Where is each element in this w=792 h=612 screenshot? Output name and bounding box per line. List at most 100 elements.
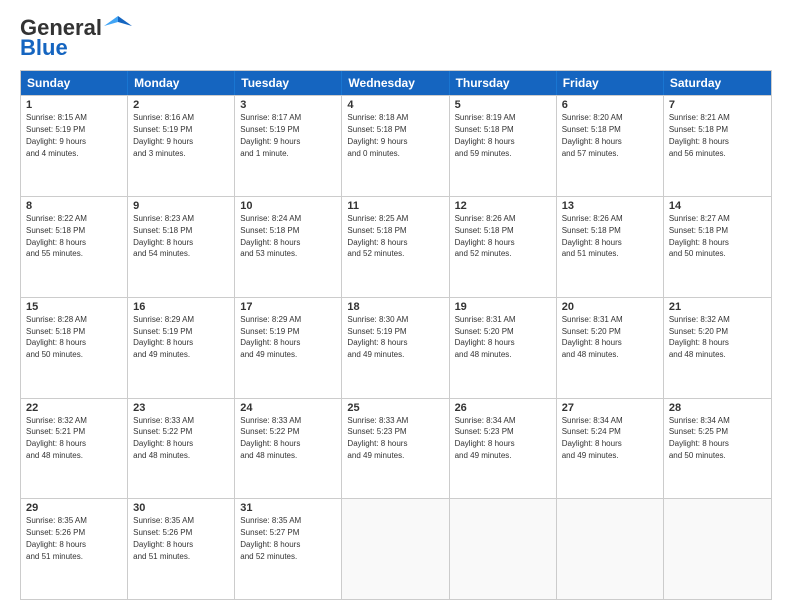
day-number: 14 <box>669 200 766 212</box>
calendar-cell-8: 8 Sunrise: 8:22 AM Sunset: 5:18 PM Daylig… <box>21 197 128 297</box>
day-number: 30 <box>133 502 229 514</box>
calendar-cell-5: 5 Sunrise: 8:19 AM Sunset: 5:18 PM Daylig… <box>450 96 557 196</box>
calendar-cell-empty-4-5 <box>557 499 664 599</box>
day-number: 11 <box>347 200 443 212</box>
day-number: 15 <box>26 301 122 313</box>
day-number: 22 <box>26 402 122 414</box>
cal-header-monday: Monday <box>128 71 235 95</box>
day-number: 7 <box>669 99 766 111</box>
calendar-cell-7: 7 Sunrise: 8:21 AM Sunset: 5:18 PM Daylig… <box>664 96 771 196</box>
calendar-cell-29: 29 Sunrise: 8:35 AM Sunset: 5:26 PM Dayli… <box>21 499 128 599</box>
calendar-cell-6: 6Sunrise: 8:20 AM Sunset: 5:18 PM Daylig… <box>557 96 664 196</box>
day-number: 29 <box>26 502 122 514</box>
day-data: Sunrise: 8:33 AM Sunset: 5:22 PM Dayligh… <box>133 416 194 460</box>
day-number: 28 <box>669 402 766 414</box>
calendar-cell-19: 19 Sunrise: 8:31 AM Sunset: 5:20 PM Dayli… <box>450 298 557 398</box>
day-number: 26 <box>455 402 551 414</box>
day-number: 24 <box>240 402 336 414</box>
day-number: 16 <box>133 301 229 313</box>
day-data: Sunrise: 8:18 AM Sunset: 5:18 PM Dayligh… <box>347 113 408 157</box>
day-number: 19 <box>455 301 551 313</box>
day-number: 8 <box>26 200 122 212</box>
calendar-cell-18: 18Sunrise: 8:30 AM Sunset: 5:19 PM Dayli… <box>342 298 449 398</box>
day-data: Sunrise: 8:23 AM Sunset: 5:18 PM Dayligh… <box>133 214 194 258</box>
logo-bird-icon <box>104 12 132 40</box>
day-data: Sunrise: 8:17 AM Sunset: 5:19 PM Dayligh… <box>240 113 301 157</box>
day-data: Sunrise: 8:28 AM Sunset: 5:18 PM Dayligh… <box>26 315 87 359</box>
calendar-cell-26: 26 Sunrise: 8:34 AM Sunset: 5:23 PM Dayli… <box>450 399 557 499</box>
day-number: 6 <box>562 99 658 111</box>
logo-blue: Blue <box>20 36 68 60</box>
cal-header-friday: Friday <box>557 71 664 95</box>
calendar-cell-20: 20 Sunrise: 8:31 AM Sunset: 5:20 PM Dayli… <box>557 298 664 398</box>
calendar-cell-12: 12 Sunrise: 8:26 AM Sunset: 5:18 PM Dayli… <box>450 197 557 297</box>
calendar-cell-25: 25 Sunrise: 8:33 AM Sunset: 5:23 PM Dayli… <box>342 399 449 499</box>
calendar-cell-4: 4 Sunrise: 8:18 AM Sunset: 5:18 PM Daylig… <box>342 96 449 196</box>
calendar-body: 1Sunrise: 8:15 AM Sunset: 5:19 PM Daylig… <box>21 95 771 599</box>
calendar-week-4: 29 Sunrise: 8:35 AM Sunset: 5:26 PM Dayli… <box>21 498 771 599</box>
calendar-cell-17: 17 Sunrise: 8:29 AM Sunset: 5:19 PM Dayli… <box>235 298 342 398</box>
day-number: 5 <box>455 99 551 111</box>
calendar-cell-14: 14 Sunrise: 8:27 AM Sunset: 5:18 PM Dayli… <box>664 197 771 297</box>
calendar-cell-empty-4-3 <box>342 499 449 599</box>
day-data: Sunrise: 8:27 AM Sunset: 5:18 PM Dayligh… <box>669 214 730 258</box>
day-number: 31 <box>240 502 336 514</box>
day-data: Sunrise: 8:29 AM Sunset: 5:19 PM Dayligh… <box>133 315 194 359</box>
calendar-cell-27: 27Sunrise: 8:34 AM Sunset: 5:24 PM Dayli… <box>557 399 664 499</box>
day-data: Sunrise: 8:32 AM Sunset: 5:20 PM Dayligh… <box>669 315 730 359</box>
day-data: Sunrise: 8:33 AM Sunset: 5:22 PM Dayligh… <box>240 416 301 460</box>
calendar-cell-23: 23 Sunrise: 8:33 AM Sunset: 5:22 PM Dayli… <box>128 399 235 499</box>
day-data: Sunrise: 8:32 AM Sunset: 5:21 PM Dayligh… <box>26 416 87 460</box>
calendar-cell-9: 9 Sunrise: 8:23 AM Sunset: 5:18 PM Daylig… <box>128 197 235 297</box>
day-number: 17 <box>240 301 336 313</box>
day-data: Sunrise: 8:22 AM Sunset: 5:18 PM Dayligh… <box>26 214 87 258</box>
calendar-cell-2: 2Sunrise: 8:16 AM Sunset: 5:19 PM Daylig… <box>128 96 235 196</box>
cal-header-sunday: Sunday <box>21 71 128 95</box>
calendar-cell-22: 22 Sunrise: 8:32 AM Sunset: 5:21 PM Dayli… <box>21 399 128 499</box>
day-data: Sunrise: 8:24 AM Sunset: 5:18 PM Dayligh… <box>240 214 301 258</box>
day-number: 23 <box>133 402 229 414</box>
day-number: 4 <box>347 99 443 111</box>
day-number: 13 <box>562 200 658 212</box>
calendar-cell-15: 15 Sunrise: 8:28 AM Sunset: 5:18 PM Dayli… <box>21 298 128 398</box>
calendar-week-1: 8 Sunrise: 8:22 AM Sunset: 5:18 PM Daylig… <box>21 196 771 297</box>
calendar-cell-11: 11 Sunrise: 8:25 AM Sunset: 5:18 PM Dayli… <box>342 197 449 297</box>
calendar-cell-3: 3 Sunrise: 8:17 AM Sunset: 5:19 PM Daylig… <box>235 96 342 196</box>
page: General Blue SundayMondayTuesdayWednesda… <box>0 0 792 612</box>
calendar-cell-28: 28 Sunrise: 8:34 AM Sunset: 5:25 PM Dayli… <box>664 399 771 499</box>
calendar-cell-24: 24 Sunrise: 8:33 AM Sunset: 5:22 PM Dayli… <box>235 399 342 499</box>
day-data: Sunrise: 8:31 AM Sunset: 5:20 PM Dayligh… <box>455 315 516 359</box>
day-data: Sunrise: 8:19 AM Sunset: 5:18 PM Dayligh… <box>455 113 516 157</box>
day-data: Sunrise: 8:35 AM Sunset: 5:27 PM Dayligh… <box>240 516 301 560</box>
calendar-cell-10: 10Sunrise: 8:24 AM Sunset: 5:18 PM Dayli… <box>235 197 342 297</box>
day-number: 12 <box>455 200 551 212</box>
day-data: Sunrise: 8:31 AM Sunset: 5:20 PM Dayligh… <box>562 315 623 359</box>
day-data: Sunrise: 8:34 AM Sunset: 5:25 PM Dayligh… <box>669 416 730 460</box>
calendar: SundayMondayTuesdayWednesdayThursdayFrid… <box>20 70 772 600</box>
calendar-cell-16: 16 Sunrise: 8:29 AM Sunset: 5:19 PM Dayli… <box>128 298 235 398</box>
calendar-cell-31: 31 Sunrise: 8:35 AM Sunset: 5:27 PM Dayli… <box>235 499 342 599</box>
calendar-cell-30: 30Sunrise: 8:35 AM Sunset: 5:26 PM Dayli… <box>128 499 235 599</box>
day-data: Sunrise: 8:26 AM Sunset: 5:18 PM Dayligh… <box>455 214 516 258</box>
day-number: 9 <box>133 200 229 212</box>
day-number: 2 <box>133 99 229 111</box>
calendar-header: SundayMondayTuesdayWednesdayThursdayFrid… <box>21 71 771 95</box>
logo: General Blue <box>20 16 132 60</box>
day-data: Sunrise: 8:26 AM Sunset: 5:18 PM Dayligh… <box>562 214 623 258</box>
day-data: Sunrise: 8:34 AM Sunset: 5:23 PM Dayligh… <box>455 416 516 460</box>
calendar-cell-1: 1Sunrise: 8:15 AM Sunset: 5:19 PM Daylig… <box>21 96 128 196</box>
day-number: 21 <box>669 301 766 313</box>
calendar-week-3: 22 Sunrise: 8:32 AM Sunset: 5:21 PM Dayli… <box>21 398 771 499</box>
day-data: Sunrise: 8:35 AM Sunset: 5:26 PM Dayligh… <box>26 516 87 560</box>
day-data: Sunrise: 8:29 AM Sunset: 5:19 PM Dayligh… <box>240 315 301 359</box>
day-data: Sunrise: 8:21 AM Sunset: 5:18 PM Dayligh… <box>669 113 730 157</box>
day-data: Sunrise: 8:15 AM Sunset: 5:19 PM Dayligh… <box>26 113 87 157</box>
day-number: 3 <box>240 99 336 111</box>
day-number: 20 <box>562 301 658 313</box>
cal-header-thursday: Thursday <box>450 71 557 95</box>
day-data: Sunrise: 8:33 AM Sunset: 5:23 PM Dayligh… <box>347 416 408 460</box>
day-data: Sunrise: 8:25 AM Sunset: 5:18 PM Dayligh… <box>347 214 408 258</box>
cal-header-wednesday: Wednesday <box>342 71 449 95</box>
day-number: 27 <box>562 402 658 414</box>
day-number: 25 <box>347 402 443 414</box>
